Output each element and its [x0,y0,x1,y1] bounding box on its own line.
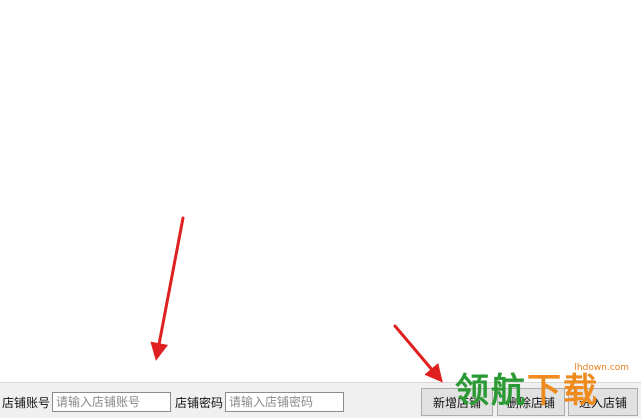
account-label: 店铺账号 [2,396,51,410]
content-area [0,0,641,382]
account-input[interactable] [52,392,171,412]
store-toolbar: 店铺账号 店铺密码 新增店铺 删除店铺 进入店铺 [0,382,641,418]
delete-store-button[interactable]: 删除店铺 [497,388,565,416]
password-label: 店铺密码 [175,396,224,410]
enter-store-button[interactable]: 进入店铺 [568,388,638,416]
password-input[interactable] [225,392,344,412]
add-store-button[interactable]: 新增店铺 [421,388,493,416]
